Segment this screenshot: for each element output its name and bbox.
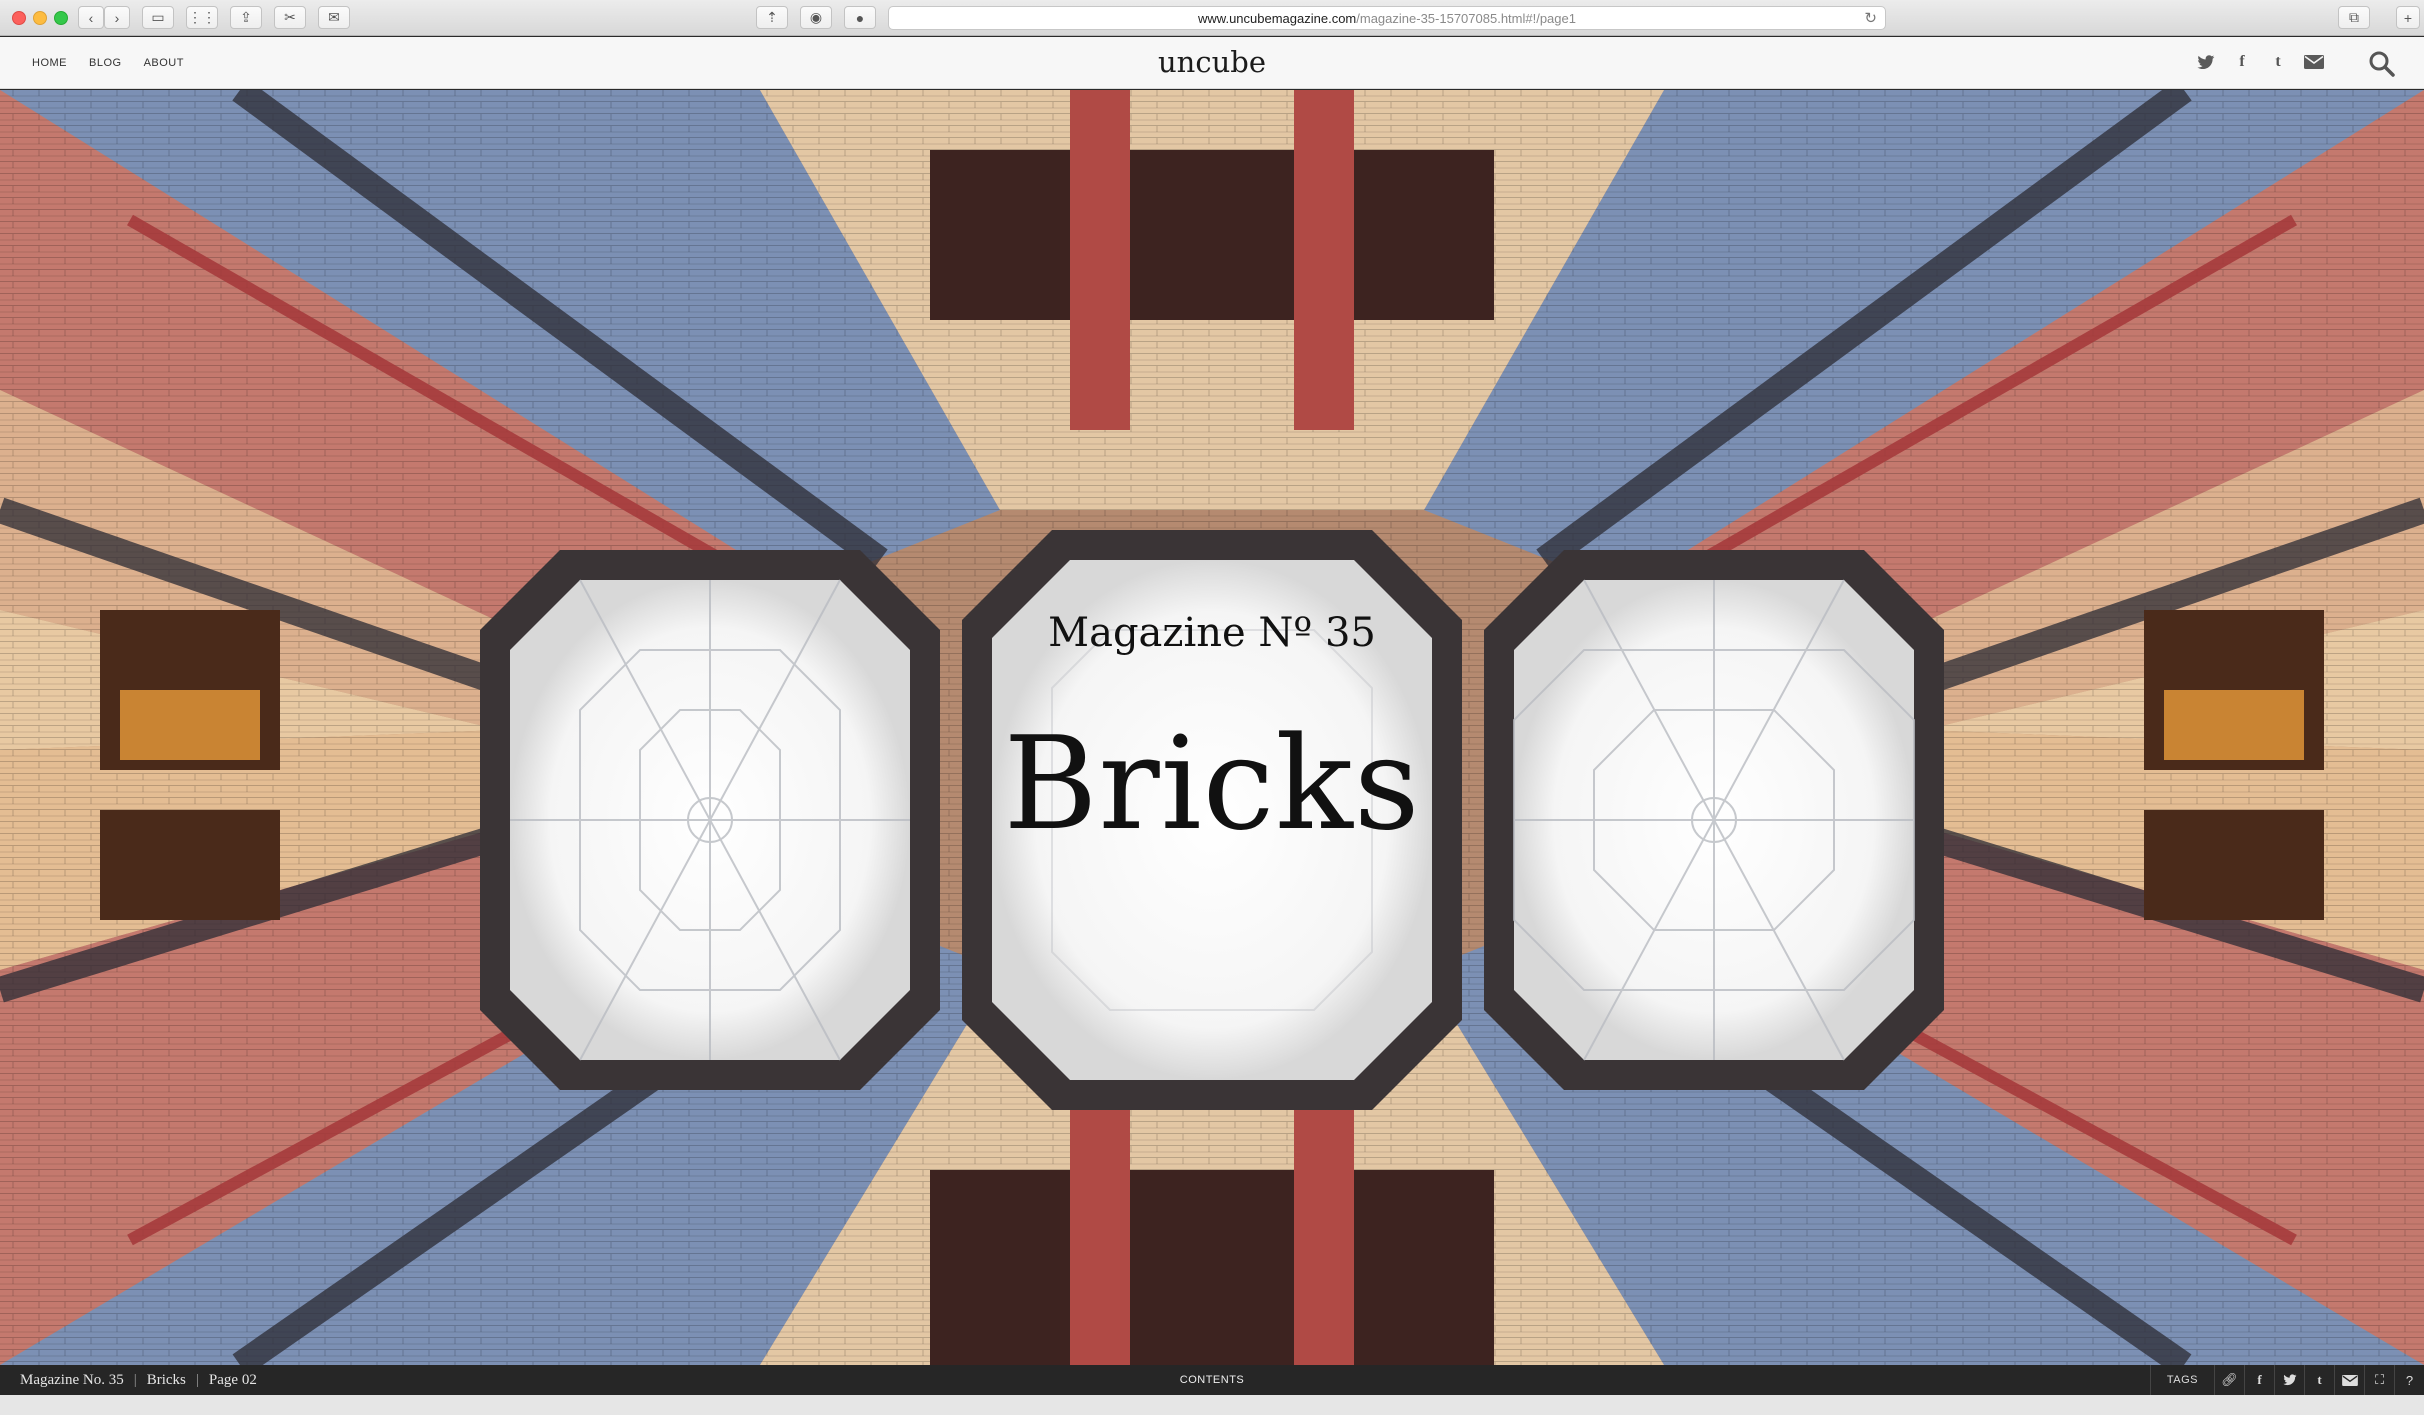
window-bottom-edge [0,1395,2424,1415]
main-nav: HOME BLOG ABOUT [32,57,184,69]
email-icon[interactable] [2334,1365,2364,1395]
forward-button[interactable]: › [104,6,130,29]
magazine-footer-bar: Magazine No. 35 | Bricks | Page 02 CONTE… [0,1365,2424,1395]
nav-blog[interactable]: BLOG [89,57,122,69]
contents-button[interactable]: CONTENTS [0,1374,2424,1386]
crumb-separator: | [195,1372,199,1388]
nav-about[interactable]: ABOUT [144,57,184,69]
new-tab-button[interactable]: + [2396,6,2420,29]
site-logo: uncube [1158,45,1266,79]
issue-title: Bricks [1003,710,1421,859]
crumb-issue[interactable]: Magazine No. 35 [20,1372,124,1389]
nav-home[interactable]: HOME [32,57,67,69]
extension-button-1[interactable]: ⇡ [756,6,788,29]
url-domain: www.uncubemagazine.com [1198,10,1357,26]
address-bar[interactable]: www.uncubemagazine.com/magazine-35-15707… [888,6,1886,30]
search-button[interactable] [2368,50,2396,78]
breadcrumb: Magazine No. 35 | Bricks | Page 02 [20,1372,257,1389]
chevron-left-icon: ‹ [88,9,94,26]
twitter-icon[interactable] [2274,1365,2304,1395]
mail-icon: ✉ [328,9,340,25]
tags-button[interactable]: TAGS [2149,1365,2214,1395]
share-button[interactable]: ⇪ [230,6,262,29]
tabs-overview-button[interactable]: ⧉ [2338,6,2370,29]
minimize-window-button[interactable] [33,11,47,25]
facebook-icon[interactable]: f [2232,52,2252,72]
tabs-icon: ⧉ [2349,9,2359,25]
reload-icon[interactable]: ↻ [1864,9,1877,27]
email-icon[interactable] [2304,52,2324,72]
shield-icon: ◉ [809,9,823,25]
link-icon[interactable]: 🔗︎ [2214,1365,2244,1395]
footer-actions: TAGS 🔗︎ f t ⛶ ? [2149,1365,2424,1395]
chevron-right-icon: › [114,9,120,26]
sidebar-icon: ▭ [151,9,165,25]
clip-button[interactable]: ✂ [274,6,306,29]
crumb-story[interactable]: Bricks [147,1372,186,1389]
lightbulb-icon: ● [855,9,865,26]
extension-button-3[interactable]: ● [844,6,876,29]
back-button[interactable]: ‹ [78,6,104,29]
extension-icon: ⇡ [766,9,778,25]
facebook-icon[interactable]: f [2244,1365,2274,1395]
tumblr-icon[interactable]: t [2268,52,2288,72]
twitter-icon[interactable] [2196,52,2216,72]
fullscreen-icon[interactable]: ⛶ [2364,1365,2394,1395]
search-icon [2369,51,2395,77]
issue-kicker: Magazine Nº 35 [1048,610,1376,656]
tumblr-icon[interactable]: t [2304,1365,2334,1395]
share-icon: ⇪ [240,9,252,25]
close-window-button[interactable] [12,11,26,25]
grid-icon: ⋮⋮ [188,9,216,25]
top-sites-button[interactable]: ⋮⋮ [186,6,218,29]
zoom-window-button[interactable] [54,11,68,25]
crumb-page: Page 02 [208,1372,257,1388]
social-links: f t [2196,52,2324,72]
mail-button[interactable]: ✉ [318,6,350,29]
sidebar-button[interactable]: ▭ [142,6,174,29]
crumb-separator: | [133,1372,137,1388]
cover-hero: Magazine Nº 35 Bricks [0,90,2424,1365]
extension-button-2[interactable]: ◉ [800,6,832,29]
clip-icon: ✂ [284,9,296,25]
plus-icon: + [2403,9,2413,26]
site-header: HOME BLOG ABOUT uncube f t [0,37,2424,89]
help-icon[interactable]: ? [2394,1365,2424,1395]
url-path: /magazine-35-15707085.html#!/page1 [1356,10,1576,26]
browser-toolbar: ‹ › ▭ ⋮⋮ ⇪ ✂ ✉ ⇡ ◉ ● www.uncubemagazine.… [0,0,2424,36]
